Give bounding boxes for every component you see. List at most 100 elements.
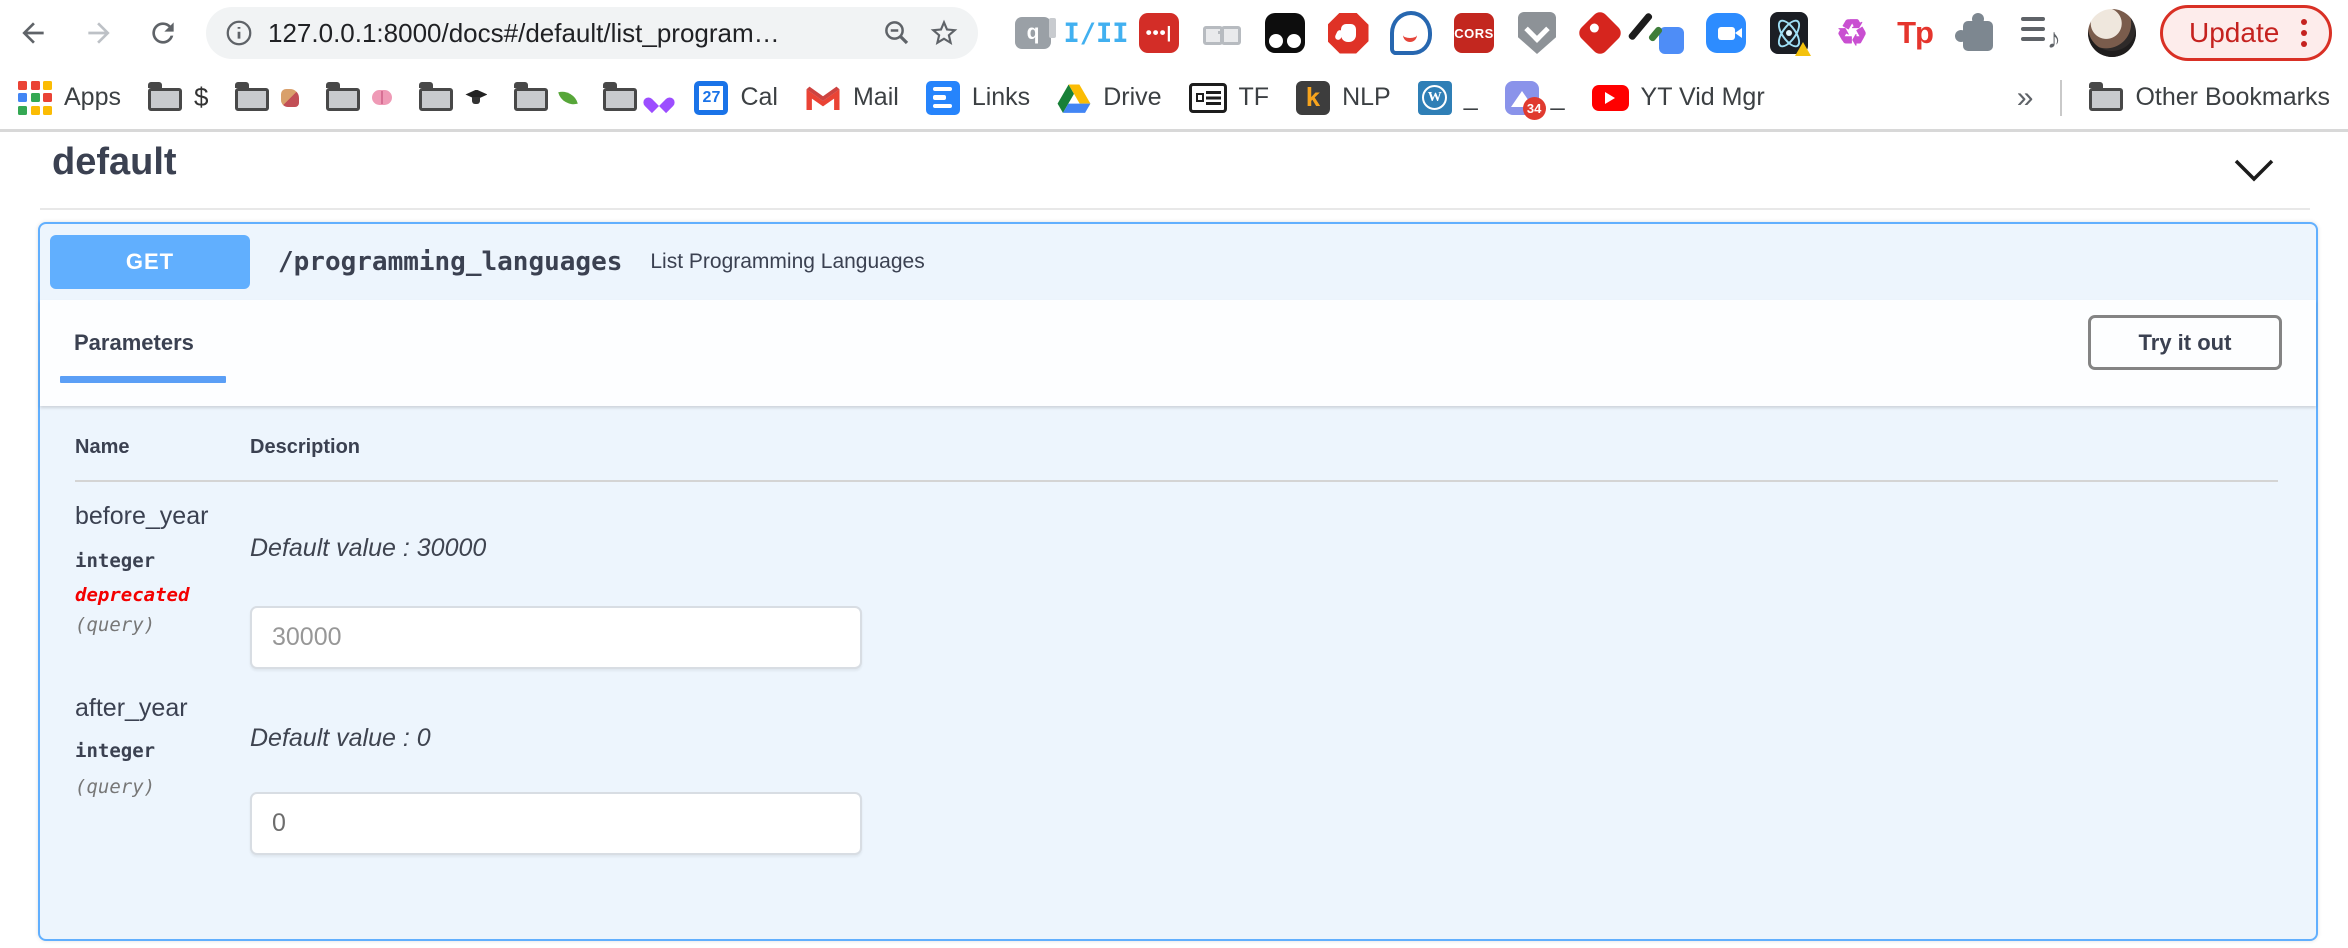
url-text[interactable]: 127.0.0.1:8000/docs#/default/list_progra… [268, 18, 780, 49]
tampermonkey-tp-icon[interactable]: Tp [1894, 12, 1936, 54]
section-collapse-chevron-down-icon[interactable] [2232, 151, 2276, 191]
bookmarks-divider [2060, 80, 2062, 116]
folder-icon [514, 88, 548, 111]
apps-grid-icon [18, 81, 52, 115]
tab-parameters[interactable]: Parameters [74, 330, 194, 356]
column-header-description: Description [250, 436, 360, 459]
section-title: default [52, 141, 177, 184]
zoom-out-indicator-icon[interactable] [882, 18, 912, 48]
param-name-before-year: before_year [75, 502, 208, 531]
endpoint-path: /programming_languages [278, 247, 622, 277]
bookmark-cal[interactable]: 27 Cal [694, 81, 778, 115]
graduation-cap-emoji-icon [465, 90, 487, 106]
section-divider [40, 208, 2310, 210]
google-calendar-icon: 27 [694, 81, 728, 115]
wordpress-icon: W [1418, 81, 1452, 115]
after-year-input[interactable] [250, 792, 862, 855]
google-drive-icon [1057, 83, 1091, 113]
youtube-icon [1592, 85, 1629, 111]
opblock-summary[interactable]: GET /programming_languages List Programm… [40, 224, 2316, 300]
param-location-before-year: (query) [75, 614, 155, 636]
try-it-out-button[interactable]: Try it out [2088, 315, 2282, 370]
kaggle-k-icon: k [1296, 81, 1330, 115]
panda-icon[interactable] [1264, 12, 1306, 54]
update-label: Update [2189, 17, 2279, 49]
active-tab-underline [60, 376, 226, 383]
brain-emoji-icon [372, 90, 392, 105]
puzzle-extensions-icon[interactable] [1957, 12, 1999, 54]
bookmark-folder-herb[interactable] [514, 84, 576, 111]
quip-chat-icon[interactable]: q [1012, 12, 1054, 54]
bookmark-nlp[interactable]: k NLP [1296, 81, 1391, 115]
chat-smile-icon[interactable] [1390, 12, 1432, 54]
blue-doc-icon [926, 81, 960, 115]
folder-icon [326, 88, 360, 111]
before-year-input[interactable] [250, 606, 862, 669]
bookmark-folder-brain[interactable] [326, 84, 392, 111]
bookmark-folder-purple-heart[interactable] [603, 84, 667, 111]
opblock-get-programming-languages: GET /programming_languages List Programm… [38, 222, 2318, 941]
param-location-after-year: (query) [75, 776, 155, 798]
profile-avatar[interactable] [2088, 9, 2136, 57]
code-slashes-icon[interactable]: I/II [1075, 12, 1117, 54]
param-default-after-year: Default value : 0 [250, 724, 431, 753]
bookmark-drive[interactable]: Drive [1057, 83, 1161, 113]
bookmark-folder-carousel-horse[interactable] [235, 84, 299, 111]
bookmark-calendar-34[interactable]: 34 _ [1505, 81, 1565, 115]
param-name-after-year: after_year [75, 694, 188, 723]
bookmark-apps[interactable]: Apps [18, 81, 121, 115]
bookmarks-overflow-chevron[interactable]: » [2017, 81, 2034, 115]
recycle-icon[interactable]: ♻ [1831, 12, 1873, 54]
bookmark-links[interactable]: Links [926, 81, 1030, 115]
browser-menu-kebab-icon[interactable] [2301, 30, 2307, 36]
bookmark-tf[interactable]: TF [1189, 83, 1270, 113]
zoom-icon[interactable] [1705, 12, 1747, 54]
folder-icon [235, 88, 269, 111]
bookmark-star-icon[interactable] [928, 17, 960, 49]
gmail-icon [805, 84, 841, 112]
parameters-section-header: Parameters Try it out [40, 300, 2316, 406]
folder-icon [603, 88, 637, 111]
music-playlist-icon[interactable]: ♪ [2020, 12, 2062, 54]
param-type-before-year: integer [75, 550, 155, 572]
endpoint-summary: List Programming Languages [650, 250, 924, 274]
bookmarks-bar: Apps $ 27 Cal Mail Links [0, 66, 2348, 132]
bookmark-folder-graduation-cap[interactable] [419, 84, 487, 111]
lastpass-icon[interactable]: •••| [1138, 12, 1180, 54]
cors-unblock-icon[interactable]: CORS [1453, 12, 1495, 54]
site-info-icon[interactable] [224, 18, 254, 48]
folder-icon [148, 88, 182, 111]
3d-glasses-icon[interactable] [1201, 12, 1243, 54]
folder-icon [419, 88, 453, 111]
other-bookmarks[interactable]: Other Bookmarks [2089, 83, 2330, 112]
column-header-name: Name [75, 436, 129, 459]
bookmark-wordpress[interactable]: W _ [1418, 81, 1478, 115]
folder-icon [2089, 88, 2123, 111]
param-default-before-year: Default value : 30000 [250, 534, 486, 563]
card-speaker-icon [1189, 83, 1227, 113]
herb-emoji-icon [559, 88, 579, 108]
red-pinwheel-icon[interactable] [1579, 12, 1621, 54]
forward-button[interactable] [82, 16, 116, 50]
bookmark-mail[interactable]: Mail [805, 83, 899, 112]
purple-heart-emoji-icon [649, 91, 667, 107]
extensions-row: q I/II •••| CORS ♻ Tp ♪ [1012, 12, 2062, 54]
param-deprecated-badge: deprecated [75, 584, 189, 606]
back-button[interactable] [16, 16, 50, 50]
carousel-horse-emoji-icon [281, 89, 299, 107]
browser-toolbar: 127.0.0.1:8000/docs#/default/list_progra… [0, 0, 2348, 66]
http-method-badge: GET [50, 235, 250, 289]
reload-button[interactable] [146, 16, 180, 50]
bookmark-yt-vid-mgr[interactable]: YT Vid Mgr [1592, 83, 1765, 112]
calendar-34-icon: 34 [1505, 81, 1539, 115]
react-devtools-icon[interactable] [1768, 12, 1810, 54]
color-picker-icon[interactable] [1642, 12, 1684, 54]
swagger-page: default GET /programming_languages List … [0, 135, 2348, 948]
privacy-shield-icon[interactable] [1516, 12, 1558, 54]
url-bar[interactable]: 127.0.0.1:8000/docs#/default/list_progra… [206, 7, 978, 59]
block-hand-icon[interactable] [1327, 12, 1369, 54]
update-button[interactable]: Update [2160, 5, 2332, 61]
param-type-after-year: integer [75, 740, 155, 762]
table-header-divider [75, 480, 2278, 482]
bookmark-folder-dollar[interactable]: $ [148, 82, 208, 113]
